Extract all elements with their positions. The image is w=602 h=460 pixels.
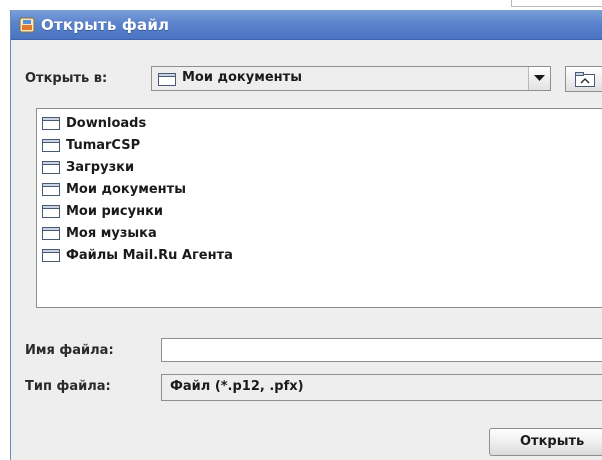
up-folder-icon	[575, 72, 595, 87]
open-file-dialog: Открыть файл Открыть в: Мои документы Do…	[10, 10, 602, 460]
folder-icon	[42, 227, 60, 240]
background-strip	[0, 0, 602, 10]
filename-input[interactable]	[161, 338, 602, 362]
folder-icon	[42, 161, 60, 174]
list-item-label: Загрузки	[66, 159, 135, 175]
list-item-downloads[interactable]: Downloads	[42, 113, 146, 133]
list-item-label: Моя музыка	[66, 225, 157, 241]
background-window-edge	[511, 0, 602, 7]
folder-icon	[42, 205, 60, 218]
lookin-combobox[interactable]: Мои документы	[151, 66, 551, 91]
list-item-my-documents[interactable]: Мои документы	[42, 179, 186, 199]
java-app-icon	[19, 17, 35, 33]
lookin-value: Мои документы	[182, 70, 302, 85]
file-list[interactable]: Downloads TumarCSP Загрузки Мои документ…	[36, 108, 602, 308]
filetype-value: Файл (*.p12, .pfx)	[170, 379, 304, 394]
up-one-level-button[interactable]	[565, 66, 602, 92]
folder-icon	[42, 249, 60, 262]
filename-label: Имя файла:	[25, 343, 114, 358]
list-item-my-pictures[interactable]: Мои рисунки	[42, 201, 163, 221]
filetype-combobox[interactable]: Файл (*.p12, .pfx)	[161, 374, 602, 401]
list-item-label: Downloads	[66, 115, 147, 131]
open-button[interactable]: Открыть	[489, 428, 602, 456]
list-item-label: Мои документы	[66, 181, 186, 197]
list-item-label: TumarCSP	[66, 137, 141, 153]
list-item-zagruzki[interactable]: Загрузки	[42, 157, 134, 177]
chevron-down-icon	[534, 75, 545, 81]
folder-icon	[42, 139, 60, 152]
filetype-label: Тип файла:	[25, 379, 111, 394]
folder-icon	[42, 117, 60, 130]
list-item-mailru-agent-files[interactable]: Файлы Mail.Ru Агента	[42, 245, 233, 265]
dialog-titlebar[interactable]: Открыть файл	[11, 10, 602, 40]
lookin-dropdown-button[interactable]	[528, 67, 550, 90]
list-item-tumarcsp[interactable]: TumarCSP	[42, 135, 140, 155]
folder-icon	[158, 73, 176, 86]
folder-icon	[42, 183, 60, 196]
list-item-label: Файлы Mail.Ru Агента	[66, 247, 233, 263]
dialog-title: Открыть файл	[41, 16, 170, 34]
list-item-my-music[interactable]: Моя музыка	[42, 223, 157, 243]
lookin-label: Открыть в:	[25, 71, 108, 86]
list-item-label: Мои рисунки	[66, 203, 164, 219]
